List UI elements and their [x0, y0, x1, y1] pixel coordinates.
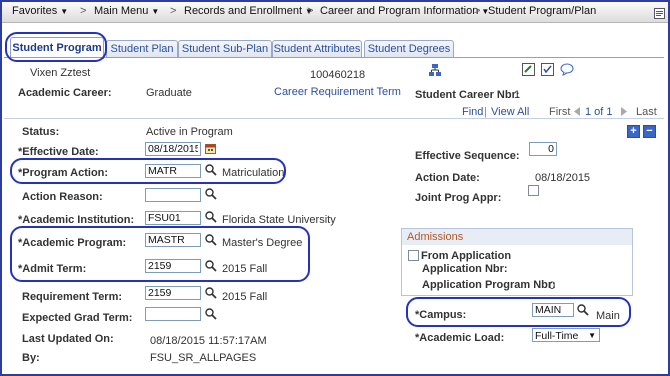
application-program-nbr-value: 0 [549, 280, 556, 292]
career-label: Career and Program Information [320, 5, 479, 17]
highlight-tab [5, 32, 107, 62]
academic-institution-input[interactable] [145, 211, 201, 225]
records-label: Records and Enrollment [184, 5, 303, 17]
career-requirement-term-link[interactable]: Career Requirement Term [274, 86, 401, 98]
first-link[interactable]: First [549, 106, 570, 118]
effective-sequence-input[interactable] [529, 142, 557, 156]
joint-prog-appr-checkbox[interactable] [528, 185, 539, 196]
student-career-nbr-value: 1 [514, 89, 521, 101]
academic-career-value: Graduate [146, 87, 192, 99]
by-label: By: [22, 352, 40, 364]
academic-institution-label: *Academic Institution: [18, 214, 135, 226]
main-menu[interactable]: Main Menu ▼ [94, 5, 159, 17]
highlight-campus [406, 297, 631, 327]
effective-date-input[interactable] [145, 142, 201, 156]
edit-notes-icon[interactable] [522, 63, 535, 76]
requirement-term-desc: 2015 Fall [222, 291, 268, 303]
org-chart-icon[interactable] [428, 63, 442, 77]
print-page-icon[interactable] [654, 8, 665, 19]
admissions-box: Admissions From Application Application … [401, 228, 633, 296]
student-name: Vixen Zztest [30, 67, 91, 79]
search-icon[interactable] [205, 287, 217, 299]
nav-separator: > [474, 5, 481, 17]
joint-prog-appr-label: Joint Prog Appr: [415, 192, 502, 204]
admissions-title: Admissions [402, 229, 632, 245]
next-arrow-icon[interactable] [620, 107, 628, 116]
nav-separator: > [170, 5, 177, 17]
favorites-label: Favorites [12, 5, 58, 17]
from-application-checkbox[interactable] [408, 250, 419, 261]
tab-student-sub-plan[interactable]: Student Sub-Plan [178, 40, 272, 58]
chevron-down-icon: ▼ [60, 7, 69, 16]
academic-load-value: Full-Time [535, 330, 579, 342]
breadcrumb-bar: Favorites ▼ > Main Menu ▼ > Records and En… [2, 2, 668, 23]
from-application-label: From Application [421, 250, 512, 262]
view-all-link[interactable]: View All [491, 106, 529, 118]
requirement-term-label: Requirement Term: [22, 291, 123, 303]
status-label: Status: [22, 126, 60, 138]
find-link[interactable]: Find [462, 106, 483, 118]
add-row-button[interactable]: + [627, 125, 640, 138]
highlight-program-action [10, 158, 286, 184]
action-reason-input[interactable] [145, 188, 201, 202]
search-icon[interactable] [205, 211, 217, 223]
last-updated-label: Last Updated On: [22, 333, 114, 345]
favorites-menu[interactable]: Favorites ▼ [12, 5, 68, 17]
action-date-value: 08/18/2015 [535, 172, 591, 184]
tab-student-plan[interactable]: Student Plan [106, 40, 178, 58]
chevron-down-icon: ▼ [151, 7, 160, 16]
search-icon[interactable] [205, 188, 217, 200]
requirement-term-input[interactable] [145, 286, 201, 300]
action-date-label: Action Date: [415, 172, 480, 184]
academic-institution-desc: Florida State University [222, 214, 336, 226]
checklist-icon[interactable] [541, 63, 554, 76]
records-menu[interactable]: Records and Enrollment ▼ [184, 5, 313, 17]
calendar-icon[interactable] [205, 143, 216, 154]
academic-career-label: Academic Career: [18, 87, 112, 99]
academic-load-label: *Academic Load: [415, 332, 505, 344]
expected-grad-term-input[interactable] [145, 307, 201, 321]
student-career-nbr-label: Student Career Nbr: [415, 89, 520, 101]
last-updated-value: 08/18/2015 11:57:17AM [150, 335, 267, 347]
previous-arrow-icon[interactable] [573, 107, 581, 116]
effective-date-label: *Effective Date: [18, 146, 99, 158]
nav-separator: > [307, 5, 314, 17]
search-icon[interactable] [205, 308, 217, 320]
tab-student-attributes[interactable]: Student Attributes [272, 40, 362, 58]
comment-icon[interactable] [560, 63, 574, 76]
main-menu-label: Main Menu [94, 5, 149, 17]
tab-student-degrees[interactable]: Student Degrees [364, 40, 454, 58]
delete-row-button[interactable]: − [643, 125, 656, 138]
nav-separator: > [80, 5, 87, 17]
chevron-down-icon: ▼ [588, 331, 596, 340]
status-value: Active in Program [146, 126, 233, 138]
student-id: 100460218 [310, 69, 366, 81]
current-page-crumb[interactable]: Student Program/Plan [488, 5, 596, 17]
nav-separator: | [484, 106, 487, 118]
application-nbr-label: Application Nbr: [422, 263, 508, 275]
action-reason-label: Action Reason: [22, 191, 103, 203]
application-program-nbr-label: Application Program Nbr: [422, 279, 556, 291]
row-count: 1 of 1 [585, 106, 613, 118]
academic-load-select[interactable]: Full-Time ▼ [532, 328, 600, 342]
expected-grad-term-label: Expected Grad Term: [22, 312, 133, 324]
career-menu[interactable]: Career and Program Information ▼ [320, 5, 489, 17]
last-link[interactable]: Last [636, 106, 657, 118]
by-value: FSU_SR_ALLPAGES [150, 352, 257, 364]
effective-sequence-label: Effective Sequence: [415, 150, 520, 162]
highlight-program-admit [10, 226, 310, 282]
